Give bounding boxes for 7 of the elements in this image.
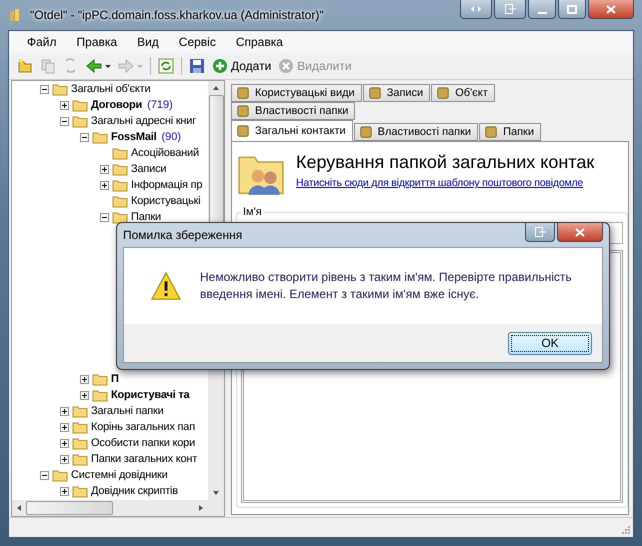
group-label: Ім'я bbox=[242, 206, 263, 218]
error-message: Неможливо створити рівень з таким ім'ям. Перевірте правильність введення імені. Елемент з такими ім'ям вже існує. bbox=[200, 269, 573, 303]
item-count: (719) bbox=[147, 99, 173, 111]
window-title: "Otdel" - "ipPC.domain.foss.kharkov.ua (Administrator)" bbox=[30, 8, 324, 22]
dialog-title: Помилка збереження bbox=[123, 228, 242, 242]
panel-title: Керування папкой загальних контак bbox=[296, 152, 594, 173]
item-count: (90) bbox=[161, 131, 182, 143]
